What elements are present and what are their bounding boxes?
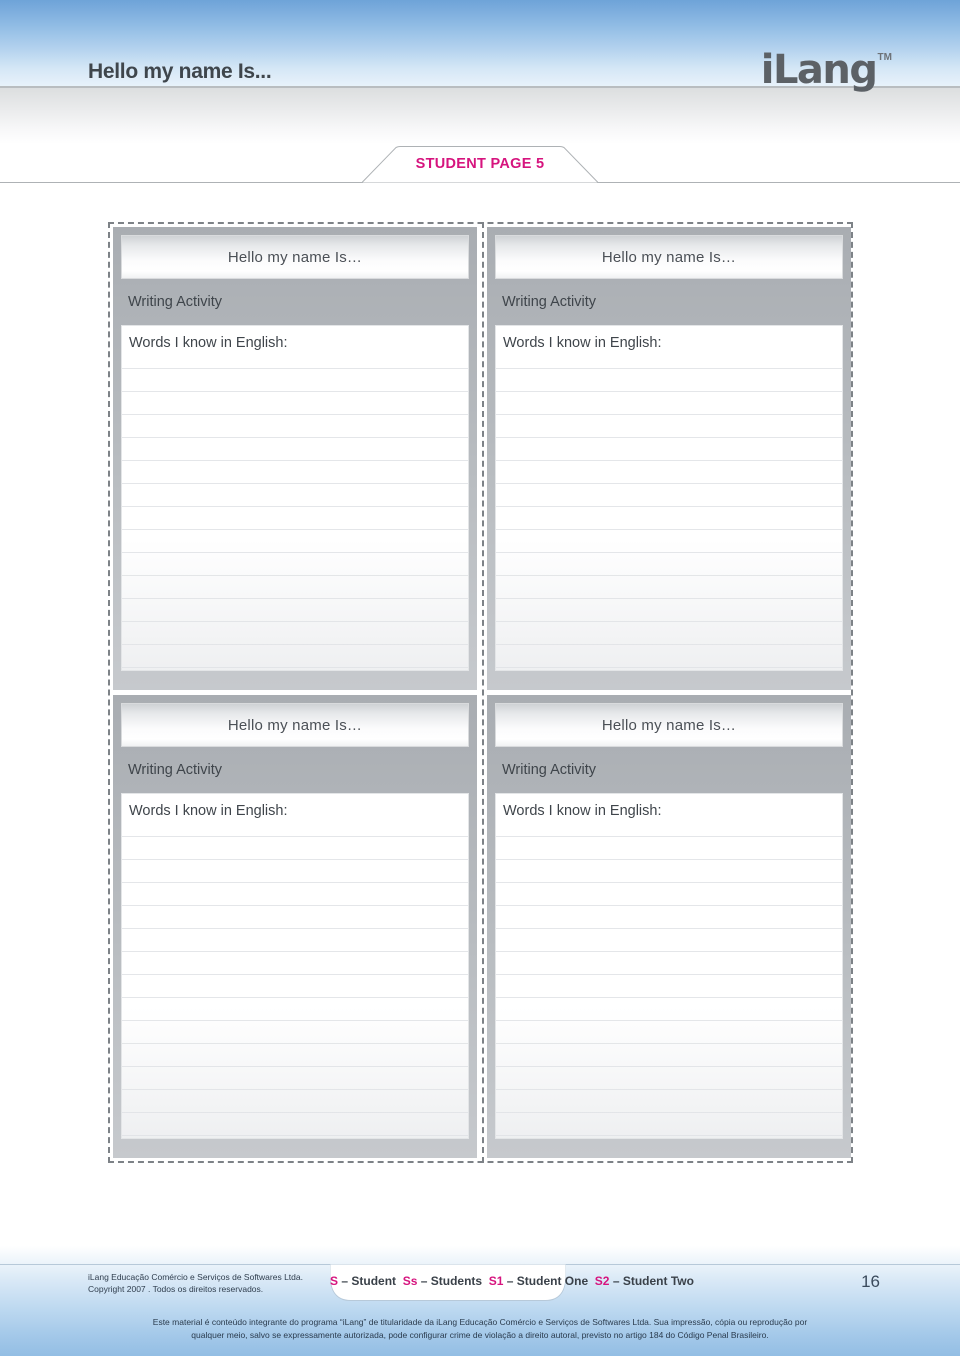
footer-copyright-line1: iLang Educação Comércio e Serviços de So… bbox=[88, 1272, 303, 1282]
card-title: Hello my name Is… bbox=[227, 716, 363, 734]
card-activity-band: Writing Activity bbox=[121, 747, 469, 793]
card-writing-sheet[interactable]: Words I know in English: bbox=[495, 325, 843, 671]
card-prompt-label: Words I know in English: bbox=[503, 335, 662, 351]
card-title: Hello my name Is… bbox=[227, 248, 363, 266]
logo-wordmark: iLang bbox=[760, 47, 878, 93]
footer-legend-text: S – Student Ss – Students S1 – Student O… bbox=[330, 1274, 694, 1288]
card-activity-label: Writing Activity bbox=[128, 294, 223, 310]
legend-value-s2: – Student Two bbox=[612, 1274, 694, 1288]
legend-key-s: S bbox=[330, 1274, 339, 1288]
legend-value-ss: – Students bbox=[420, 1274, 483, 1288]
card-titlebar: Hello my name Is… bbox=[121, 703, 469, 747]
student-page-tab-label: STUDENT PAGE 5 bbox=[415, 156, 545, 172]
page-title: Hello my name Is... bbox=[88, 60, 272, 83]
footer-legend-tab: S – Student Ss – Students S1 – Student O… bbox=[330, 1264, 694, 1301]
card-titlebar: Hello my name Is… bbox=[495, 703, 843, 747]
card-prompt-label: Words I know in English: bbox=[129, 803, 288, 819]
card-writing-sheet[interactable]: Words I know in English: bbox=[495, 793, 843, 1139]
card-activity-band: Writing Activity bbox=[495, 279, 843, 325]
card-prompt-label: Words I know in English: bbox=[503, 803, 662, 819]
footer-copyright-line2: Copyright 2007 . Todos os direitos reser… bbox=[88, 1284, 264, 1294]
worksheet-area: Hello my name Is… Writing Activity Words… bbox=[108, 222, 853, 1163]
legend-key-s1: S1 bbox=[488, 1274, 504, 1288]
legend-value-s: – Student bbox=[341, 1274, 397, 1288]
legend-key-s2: S2 bbox=[594, 1274, 610, 1288]
worksheet-card: Hello my name Is… Writing Activity Words… bbox=[113, 695, 477, 1158]
trademark-icon: TM bbox=[877, 52, 892, 63]
ilang-logo: iLang TM bbox=[761, 50, 892, 96]
card-activity-band: Writing Activity bbox=[121, 279, 469, 325]
card-activity-label: Writing Activity bbox=[502, 762, 597, 778]
card-titlebar: Hello my name Is… bbox=[121, 235, 469, 279]
card-activity-label: Writing Activity bbox=[502, 294, 597, 310]
legend-value-s1: – Student One bbox=[506, 1274, 589, 1288]
student-page-tab: STUDENT PAGE 5 bbox=[362, 146, 598, 183]
worksheet-card: Hello my name Is… Writing Activity Words… bbox=[113, 227, 477, 690]
cut-line-vertical bbox=[482, 222, 484, 1163]
legend-key-ss: Ss bbox=[402, 1274, 418, 1288]
footer-legal-text: Este material é conteúdo integrante do p… bbox=[0, 1316, 960, 1342]
card-activity-label: Writing Activity bbox=[128, 762, 223, 778]
page-header: Hello my name Is... iLang TM STUDENT PAG… bbox=[0, 0, 960, 215]
card-activity-band: Writing Activity bbox=[495, 747, 843, 793]
footer-legal-line2: qualquer meio, salvo se expressamente au… bbox=[191, 1330, 769, 1340]
card-writing-sheet[interactable]: Words I know in English: bbox=[121, 793, 469, 1139]
card-title: Hello my name Is… bbox=[601, 716, 737, 734]
card-writing-sheet[interactable]: Words I know in English: bbox=[121, 325, 469, 671]
footer-copyright: iLang Educação Comércio e Serviços de So… bbox=[88, 1271, 303, 1295]
header-sheen-gradient bbox=[0, 88, 960, 144]
card-titlebar: Hello my name Is… bbox=[495, 235, 843, 279]
card-title: Hello my name Is… bbox=[601, 248, 737, 266]
page-footer: iLang Educação Comércio e Serviços de So… bbox=[0, 1246, 960, 1356]
page-number: 16 bbox=[861, 1272, 880, 1291]
footer-legal-line1: Este material é conteúdo integrante do p… bbox=[152, 1317, 808, 1327]
card-prompt-label: Words I know in English: bbox=[129, 335, 288, 351]
worksheet-card: Hello my name Is… Writing Activity Words… bbox=[487, 695, 851, 1158]
worksheet-card: Hello my name Is… Writing Activity Words… bbox=[487, 227, 851, 690]
